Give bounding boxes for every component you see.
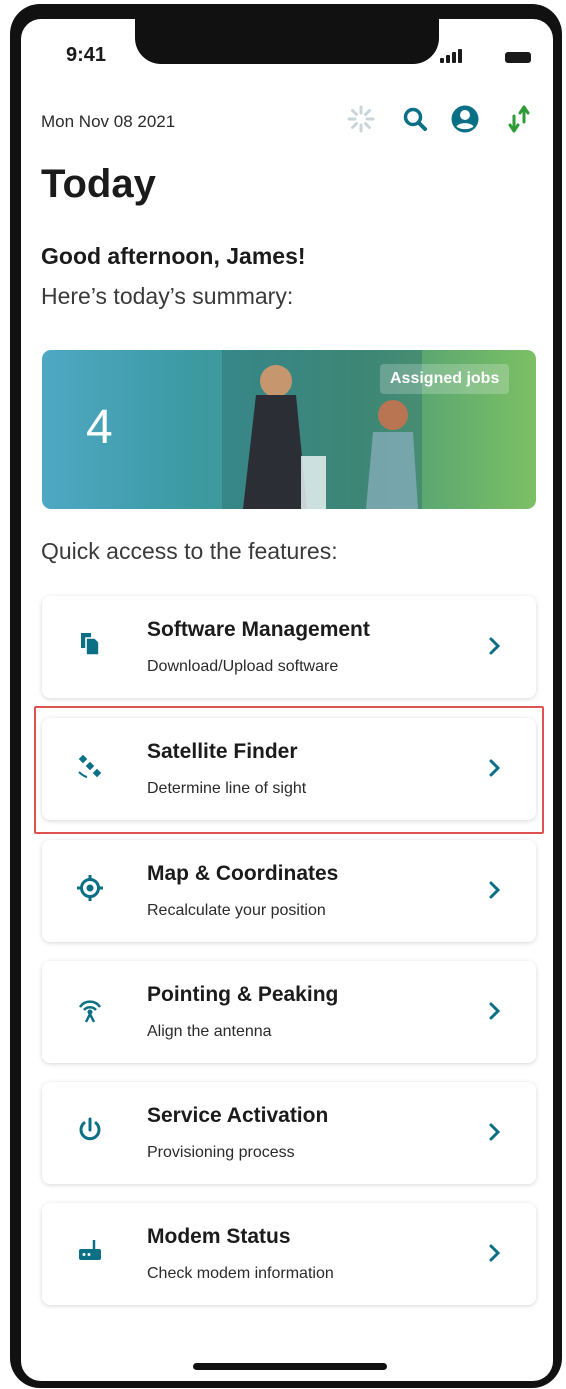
summary-label: Here’s today’s summary: <box>41 283 294 309</box>
feature-card-service-activation[interactable]: Service Activation Provisioning process <box>42 1082 536 1184</box>
feature-title: Service Activation <box>147 1104 329 1127</box>
battery-icon <box>505 52 531 63</box>
antenna-signal-icon <box>78 1000 102 1023</box>
chevron-right-icon <box>489 1244 501 1262</box>
account-icon[interactable] <box>450 104 480 134</box>
feature-description: Recalculate your position <box>147 902 326 919</box>
satellite-finder-highlight <box>34 706 544 834</box>
chevron-right-icon <box>489 881 501 899</box>
feature-card-pointing-peaking[interactable]: Pointing & Peaking Align the antenna <box>42 961 536 1063</box>
feature-description: Align the antenna <box>147 1023 272 1040</box>
status-time: 9:41 <box>66 44 107 66</box>
document-copy-icon <box>81 633 100 656</box>
feature-title: Pointing & Peaking <box>147 983 339 1006</box>
feature-title: Modem Status <box>147 1225 291 1248</box>
home-indicator[interactable] <box>193 1363 387 1370</box>
location-target-icon <box>77 875 103 901</box>
loading-spinner-icon <box>347 105 375 133</box>
assigned-jobs-count: 4 <box>86 401 113 454</box>
greeting-text: Good afternoon, James! <box>41 243 306 269</box>
signal-strength-icon <box>440 49 466 63</box>
feature-description: Provisioning process <box>147 1144 295 1161</box>
feature-card-modem-status[interactable]: Modem Status Check modem information <box>42 1203 536 1305</box>
feature-title: Software Management <box>147 618 370 641</box>
power-icon <box>79 1117 101 1141</box>
quick-access-label: Quick access to the features: <box>41 538 338 564</box>
feature-title: Map & Coordinates <box>147 862 339 885</box>
assigned-jobs-label: Assigned jobs <box>380 364 510 394</box>
chevron-right-icon <box>489 637 501 655</box>
feature-description: Check modem information <box>147 1265 334 1282</box>
feature-card-map-coordinates[interactable]: Map & Coordinates Recalculate your posit… <box>42 840 536 942</box>
device-notch <box>135 19 439 64</box>
feature-card-software-management[interactable]: Software Management Download/Upload soft… <box>42 596 536 698</box>
search-icon[interactable] <box>400 104 430 134</box>
sync-icon[interactable] <box>504 104 534 134</box>
page-title: Today <box>41 162 156 206</box>
feature-description: Download/Upload software <box>147 658 339 675</box>
modem-icon <box>79 1240 101 1260</box>
current-date: Mon Nov 08 2021 <box>41 112 176 131</box>
chevron-right-icon <box>489 1002 501 1020</box>
chevron-right-icon <box>489 1123 501 1141</box>
